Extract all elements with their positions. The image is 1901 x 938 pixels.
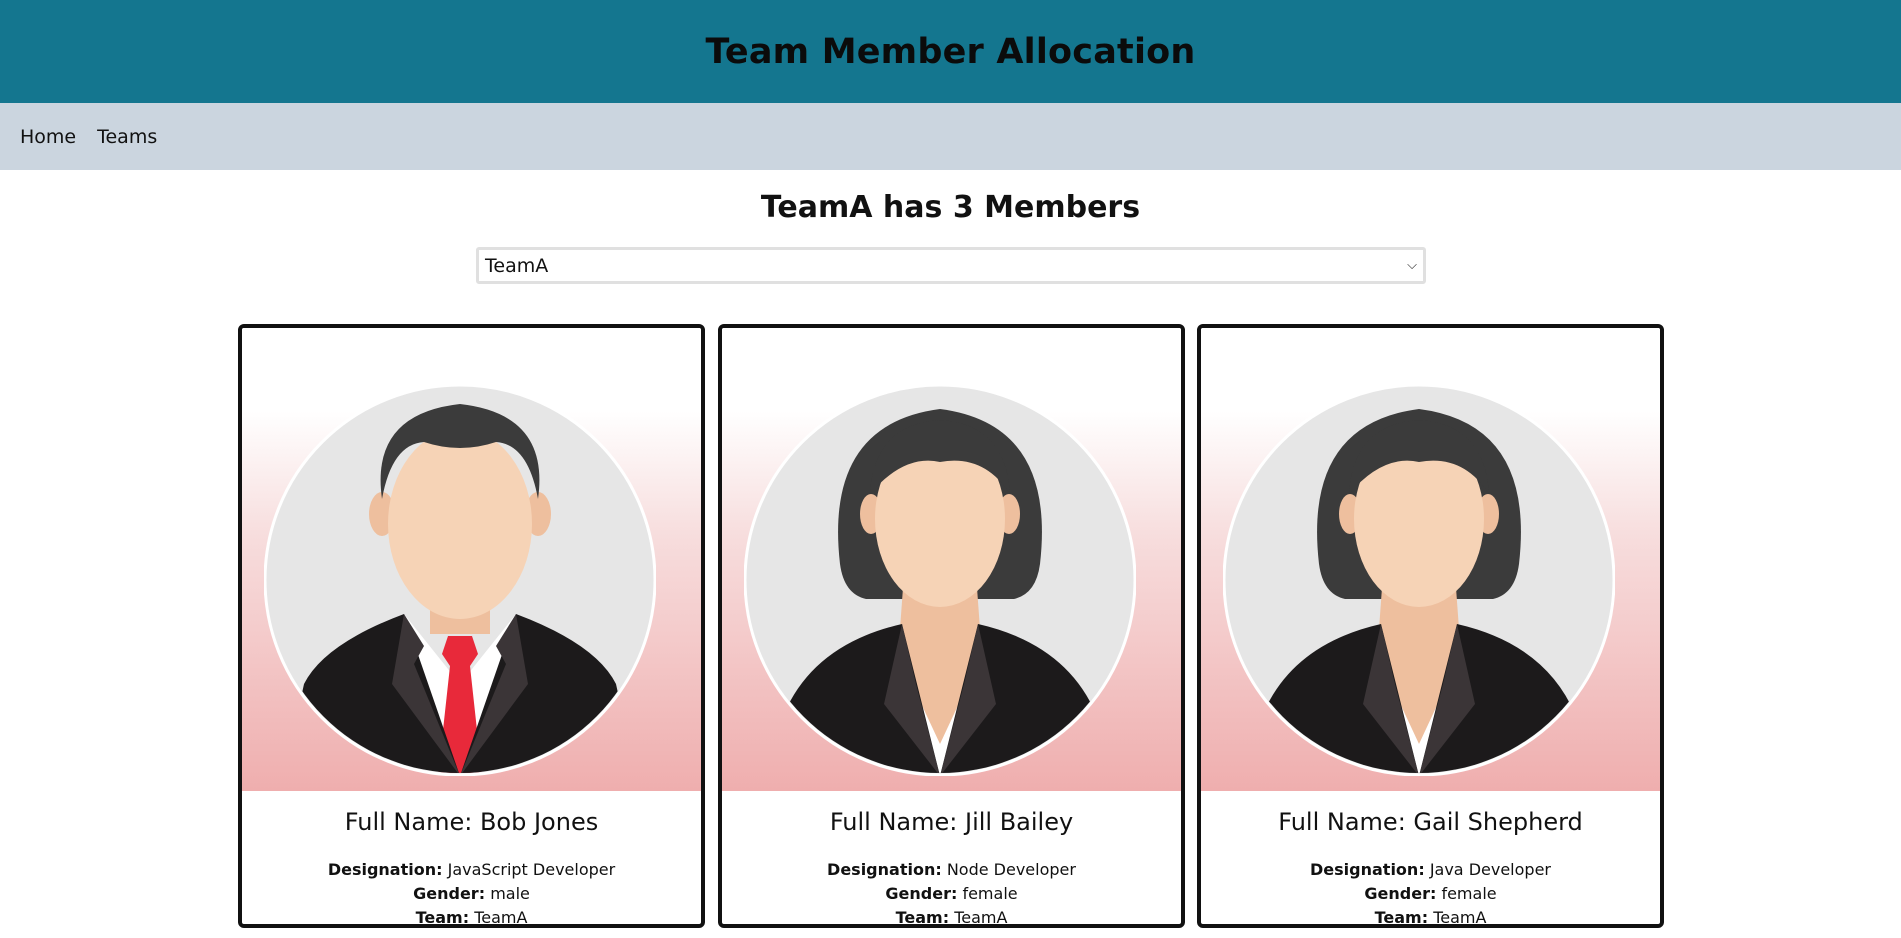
member-card[interactable]: Full Name: Bob Jones Designation: JavaSc… (238, 324, 705, 928)
designation-label: Designation: (327, 860, 443, 879)
designation-value: Node Developer (946, 860, 1076, 879)
gender-value: male (490, 884, 530, 903)
gender-value: female (962, 884, 1018, 903)
member-full-name: Full Name: Bob Jones (344, 808, 599, 836)
member-full-name: Full Name: Jill Bailey (829, 808, 1074, 836)
nav-link-teams[interactable]: Teams (97, 126, 157, 148)
member-details: Designation: Node Developer Gender: fema… (722, 858, 1181, 927)
team-label: Team: (895, 908, 950, 927)
team-heading: TeamA has 3 Members (760, 190, 1141, 225)
gender-label: Gender: (885, 884, 958, 903)
team-value: TeamA (474, 908, 528, 927)
gender-label: Gender: (413, 884, 486, 903)
team-value: TeamA (954, 908, 1008, 927)
member-card[interactable]: Full Name: Gail Shepherd Designation: Ja… (1197, 324, 1664, 928)
team-label: Team: (415, 908, 470, 927)
team-label: Team: (1374, 908, 1429, 927)
team-select[interactable]: TeamA ⌵ (476, 247, 1426, 284)
member-full-name: Full Name: Gail Shepherd (1278, 808, 1583, 836)
member-avatar-area (242, 328, 701, 791)
member-card[interactable]: Full Name: Jill Bailey Designation: Node… (718, 324, 1185, 928)
designation-value: JavaScript Developer (447, 860, 616, 879)
member-details: Designation: JavaScript Developer Gender… (242, 858, 701, 927)
female-avatar-icon (744, 384, 1136, 776)
nav-bar: Home Teams (0, 103, 1901, 170)
gender-label: Gender: (1364, 884, 1437, 903)
designation-label: Designation: (827, 860, 942, 879)
designation-label: Designation: (1310, 860, 1425, 879)
gender-value: female (1441, 884, 1497, 903)
designation-value: Java Developer (1429, 860, 1551, 879)
member-avatar-area (722, 328, 1181, 791)
male-avatar-icon (264, 384, 656, 776)
female-avatar-icon (1223, 384, 1615, 776)
team-select-value: TeamA (485, 254, 549, 277)
app-title: Team Member Allocation (705, 31, 1196, 72)
app-header: Team Member Allocation (0, 0, 1901, 103)
member-details: Designation: Java Developer Gender: fema… (1201, 858, 1660, 927)
member-avatar-area (1201, 328, 1660, 791)
nav-link-home[interactable]: Home (20, 126, 76, 148)
chevron-down-icon: ⌵ (1407, 258, 1417, 273)
team-value: TeamA (1433, 908, 1487, 927)
member-cards: Full Name: Bob Jones Designation: JavaSc… (238, 324, 1664, 928)
